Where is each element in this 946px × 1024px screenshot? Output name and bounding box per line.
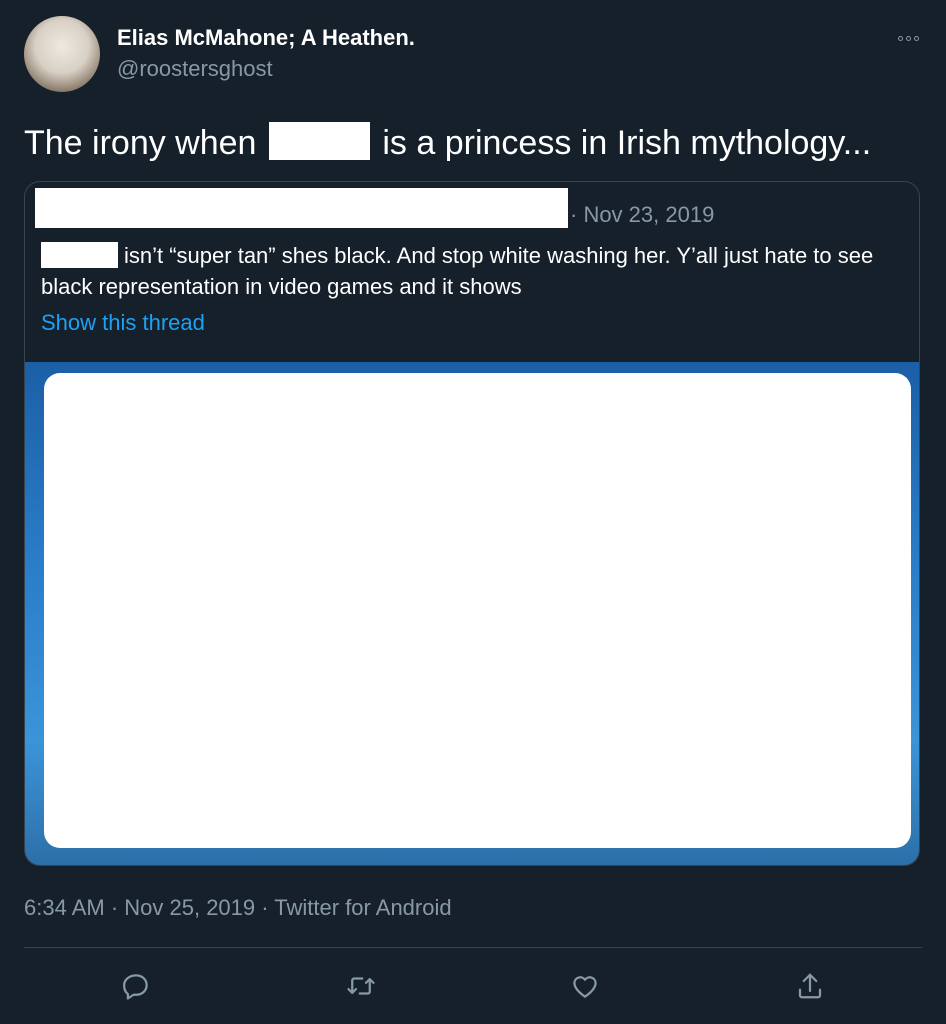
reply-button[interactable] (118, 968, 154, 1004)
quoted-media[interactable] (25, 362, 919, 865)
quoted-text: isn’t “super tan” shes black. And stop w… (41, 240, 911, 302)
reply-icon (123, 974, 148, 1000)
share-button[interactable] (792, 968, 828, 1004)
media-redaction (44, 373, 911, 848)
retweet-button[interactable] (343, 968, 379, 1004)
more-options-icon[interactable] (890, 26, 926, 50)
quoted-text-body: isn’t “super tan” shes black. And stop w… (41, 243, 874, 299)
tweet-timestamp[interactable]: 6:34 AM · Nov 25, 2019 · Twitter for And… (24, 895, 452, 921)
show-thread-link[interactable]: Show this thread (41, 310, 205, 336)
like-button[interactable] (567, 968, 603, 1004)
tweet-text: The irony when is a princess in Irish my… (24, 121, 871, 165)
author-name[interactable]: Elias McMahone; A Heathen. (117, 25, 415, 51)
like-icon (573, 976, 597, 998)
tweet-text-before: The irony when (24, 124, 257, 162)
tweet-text-after: is a princess in Irish mythology... (382, 124, 872, 162)
quoted-date: · Nov 23, 2019 (570, 202, 715, 227)
quoted-tweet[interactable]: · Nov 23, 2019 isn’t “super tan” shes bl… (24, 181, 920, 866)
redaction-block (41, 242, 118, 269)
divider (24, 947, 922, 948)
avatar[interactable] (24, 16, 100, 92)
author-handle[interactable]: @roostersghost (117, 56, 273, 82)
quoted-author-redaction (35, 188, 568, 228)
retweet-icon (347, 977, 375, 995)
share-icon (798, 973, 822, 999)
redaction-block (268, 122, 370, 161)
